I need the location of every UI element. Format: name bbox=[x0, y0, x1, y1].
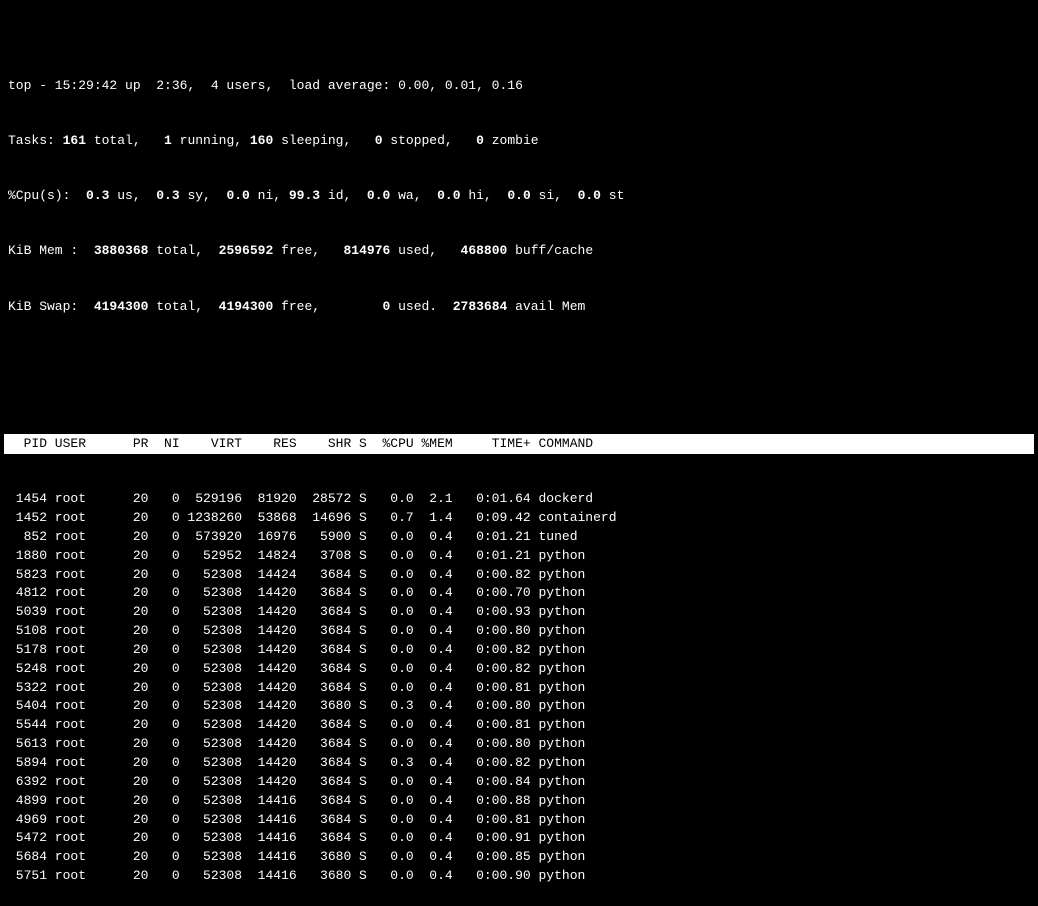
table-row: 5248 root 20 0 52308 14420 3684 S 0.0 0.… bbox=[8, 660, 1030, 679]
mem-total-label: total, bbox=[148, 243, 218, 258]
cpu-id-label: id, bbox=[320, 188, 367, 203]
table-row: 5544 root 20 0 52308 14420 3684 S 0.0 0.… bbox=[8, 716, 1030, 735]
mem-used-label: used, bbox=[390, 243, 460, 258]
table-row: 5823 root 20 0 52308 14424 3684 S 0.0 0.… bbox=[8, 566, 1030, 585]
swap-total-label: total, bbox=[148, 299, 218, 314]
cpu-wa: 0.0 bbox=[367, 188, 390, 203]
terminal-window: top - 15:29:42 up 2:36, 4 users, load av… bbox=[0, 0, 1038, 906]
swap-free: 4194300 bbox=[219, 299, 274, 314]
tasks-sleeping-label: sleeping, bbox=[273, 133, 374, 148]
tasks-stopped-label: stopped, bbox=[383, 133, 477, 148]
mem-label: KiB Mem : bbox=[8, 243, 94, 258]
swap-total: 4194300 bbox=[94, 299, 149, 314]
table-header: PID USER PR NI VIRT RES SHR S %CPU %MEM … bbox=[4, 434, 1034, 454]
table-row: 5108 root 20 0 52308 14420 3684 S 0.0 0.… bbox=[8, 622, 1030, 641]
cpu-ni: 0.0 bbox=[226, 188, 249, 203]
table-row: 5613 root 20 0 52308 14420 3684 S 0.0 0.… bbox=[8, 735, 1030, 754]
table-row: 5039 root 20 0 52308 14420 3684 S 0.0 0.… bbox=[8, 603, 1030, 622]
table-row: 6392 root 20 0 52308 14420 3684 S 0.0 0.… bbox=[8, 773, 1030, 792]
header-line-5: KiB Swap: 4194300 total, 4194300 free, 0… bbox=[8, 298, 1030, 317]
cpu-id: 99.3 bbox=[289, 188, 320, 203]
cpu-si: 0.0 bbox=[507, 188, 530, 203]
table-row: 4969 root 20 0 52308 14416 3684 S 0.0 0.… bbox=[8, 811, 1030, 830]
header-line-3: %Cpu(s): 0.3 us, 0.3 sy, 0.0 ni, 99.3 id… bbox=[8, 187, 1030, 206]
table-row: 4899 root 20 0 52308 14416 3684 S 0.0 0.… bbox=[8, 792, 1030, 811]
table-row: 1880 root 20 0 52952 14824 3708 S 0.0 0.… bbox=[8, 547, 1030, 566]
tasks-stopped: 0 bbox=[375, 133, 383, 148]
cpu-ni-label: ni, bbox=[250, 188, 289, 203]
swap-avail-label: avail Mem bbox=[507, 299, 585, 314]
header-line-4: KiB Mem : 3880368 total, 2596592 free, 8… bbox=[8, 242, 1030, 261]
cpu-sy-label: sy, bbox=[180, 188, 227, 203]
table-row: 5472 root 20 0 52308 14416 3684 S 0.0 0.… bbox=[8, 829, 1030, 848]
cpu-hi: 0.0 bbox=[437, 188, 460, 203]
tasks-sleeping: 160 bbox=[250, 133, 273, 148]
table-row: 5178 root 20 0 52308 14420 3684 S 0.0 0.… bbox=[8, 641, 1030, 660]
table-row: 852 root 20 0 573920 16976 5900 S 0.0 0.… bbox=[8, 528, 1030, 547]
mem-cache-label: buff/cache bbox=[507, 243, 593, 258]
table-row: 1454 root 20 0 529196 81920 28572 S 0.0 … bbox=[8, 490, 1030, 509]
table-row: 5322 root 20 0 52308 14420 3684 S 0.0 0.… bbox=[8, 679, 1030, 698]
tasks-total: 161 bbox=[63, 133, 86, 148]
tasks-total-label: total, bbox=[86, 133, 164, 148]
swap-label: KiB Swap: bbox=[8, 299, 94, 314]
swap-used-label: used. bbox=[390, 299, 452, 314]
cpu-wa-label: wa, bbox=[390, 188, 437, 203]
table-row: 5894 root 20 0 52308 14420 3684 S 0.3 0.… bbox=[8, 754, 1030, 773]
cpu-label: %Cpu(s): bbox=[8, 188, 86, 203]
header-line-1: top - 15:29:42 up 2:36, 4 users, load av… bbox=[8, 77, 1030, 96]
mem-total: 3880368 bbox=[94, 243, 149, 258]
cpu-st: 0.0 bbox=[578, 188, 601, 203]
mem-cache: 468800 bbox=[461, 243, 508, 258]
tasks-zombie-label: zombie bbox=[484, 133, 539, 148]
cpu-si-label: si, bbox=[531, 188, 578, 203]
table-row: 4812 root 20 0 52308 14420 3684 S 0.0 0.… bbox=[8, 584, 1030, 603]
header-line-2: Tasks: 161 total, 1 running, 160 sleepin… bbox=[8, 132, 1030, 151]
cpu-us: 0.3 bbox=[86, 188, 109, 203]
header-section: top - 15:29:42 up 2:36, 4 users, load av… bbox=[4, 38, 1034, 354]
cpu-sy: 0.3 bbox=[156, 188, 179, 203]
swap-free-label: free, bbox=[273, 299, 382, 314]
cpu-hi-label: hi, bbox=[461, 188, 508, 203]
tasks-label: Tasks: bbox=[8, 133, 63, 148]
table-row: 5404 root 20 0 52308 14420 3680 S 0.3 0.… bbox=[8, 697, 1030, 716]
table-row: 5751 root 20 0 52308 14416 3680 S 0.0 0.… bbox=[8, 867, 1030, 886]
table-row: 1452 root 20 0 1238260 53868 14696 S 0.7… bbox=[8, 509, 1030, 528]
mem-free-label: free, bbox=[273, 243, 343, 258]
table-row: 5684 root 20 0 52308 14416 3680 S 0.0 0.… bbox=[8, 848, 1030, 867]
cpu-us-label: us, bbox=[109, 188, 156, 203]
mem-free: 2596592 bbox=[219, 243, 274, 258]
tasks-running: 1 bbox=[164, 133, 172, 148]
table-body: 1454 root 20 0 529196 81920 28572 S 0.0 … bbox=[4, 490, 1034, 886]
tasks-running-label: running, bbox=[172, 133, 250, 148]
cpu-st-label: st bbox=[601, 188, 624, 203]
swap-avail: 2783684 bbox=[453, 299, 508, 314]
mem-used: 814976 bbox=[343, 243, 390, 258]
tasks-zombie: 0 bbox=[476, 133, 484, 148]
